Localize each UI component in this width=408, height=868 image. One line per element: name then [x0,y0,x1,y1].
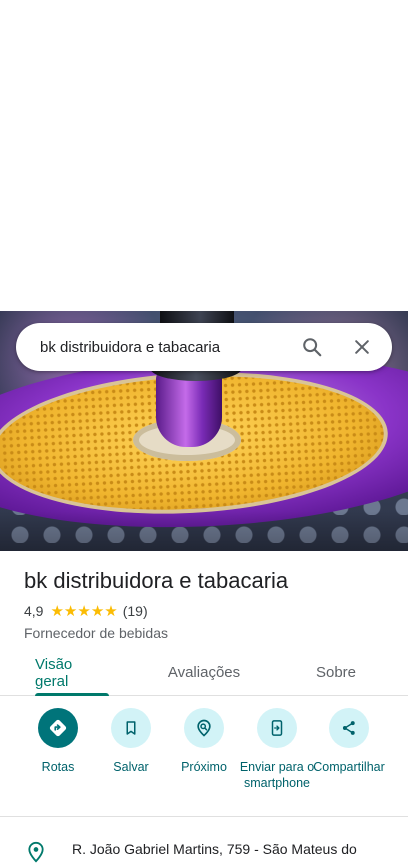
action-label: Salvar [113,760,149,774]
blank-top-area [0,0,408,311]
action-label: Próximo [181,760,227,774]
divider [0,816,408,817]
star-icon: ★ [90,602,105,620]
nearby-button[interactable]: Próximo [162,708,246,775]
save-button[interactable]: Salvar [89,708,173,775]
address-row[interactable]: R. João Gabriel Martins, 759 - São Mateu… [0,838,408,863]
tab-label: Visão geral [35,655,73,690]
share-button[interactable]: Compartilhar [307,708,391,775]
directions-button[interactable]: Rotas [16,708,100,775]
share-icon [329,708,369,748]
search-query[interactable]: bk distribuidora e tabacaria [40,339,300,356]
send-to-phone-icon [257,708,297,748]
place-tabs: Visão geral Avaliações Sobre [0,650,408,696]
rating-stars: ★ ★ ★ ★ ★ [50,604,117,619]
tab-label: Sobre [315,664,357,681]
review-count[interactable]: (19) [123,603,148,619]
tab-reviews[interactable]: Avaliações [164,650,244,695]
bookmark-icon [111,708,151,748]
tab-label: Avaliações [167,664,241,681]
location-pin-icon [26,841,46,863]
nearby-icon [184,708,224,748]
rating-value: 4,9 [24,603,44,619]
address-text: R. João Gabriel Martins, 759 - São Mateu… [72,841,357,857]
star-icon: ★ [104,602,118,620]
action-label: Compartilhar [313,760,385,774]
place-title: bk distribuidora e tabacaria [24,568,289,593]
action-label: Rotas [41,760,75,774]
star-icon: ★ [63,602,78,620]
search-icon[interactable] [300,335,324,359]
action-buttons: Rotas Salvar Próximo Enviar para o smart… [0,708,408,808]
place-category[interactable]: Fornecedor de bebidas [24,625,168,641]
rating-row[interactable]: 4,9 ★ ★ ★ ★ ★ (19) [24,603,148,619]
directions-icon [38,708,78,748]
star-icon: ★ [50,602,64,620]
active-tab-indicator [35,693,109,696]
star-icon: ★ [77,602,91,620]
tab-about[interactable]: Sobre [310,650,362,695]
close-icon[interactable] [350,335,374,359]
search-bar[interactable]: bk distribuidora e tabacaria [16,323,392,371]
tab-overview[interactable]: Visão geral [35,650,109,696]
